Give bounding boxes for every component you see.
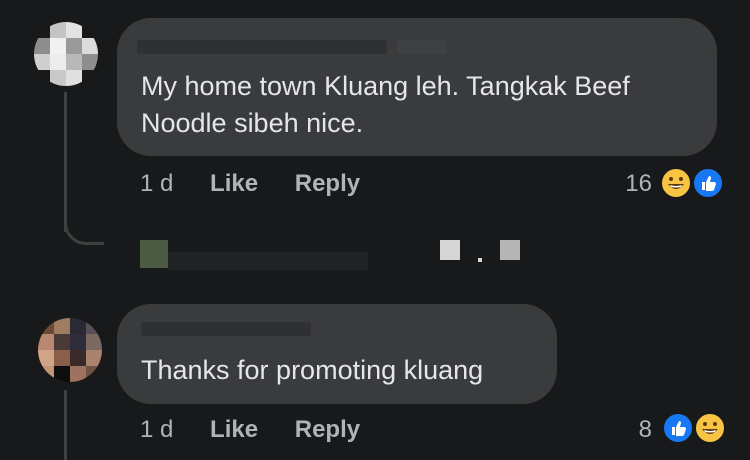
like-button[interactable]: Like (210, 170, 258, 197)
like-icon[interactable] (692, 167, 724, 199)
comment-text: My home town Kluang leh. Tangkak Beef No… (141, 71, 630, 138)
comment-bubble: Thanks for promoting kluang (117, 304, 557, 404)
reply-button[interactable]: Reply (295, 170, 360, 197)
comment-timestamp[interactable]: 1 d (140, 416, 173, 443)
reply-button[interactable]: Reply (295, 416, 360, 443)
author-name-redacted[interactable] (141, 322, 311, 336)
haha-icon[interactable] (660, 167, 692, 199)
thread-line-curve (64, 205, 104, 245)
redacted-segment (440, 240, 460, 260)
comment-actions: 1 d Like Reply (140, 170, 360, 198)
comment-bubble: My home town Kluang leh. Tangkak Beef No… (117, 18, 717, 156)
redacted-segment (168, 252, 368, 270)
avatar[interactable] (38, 318, 102, 382)
comment-text: Thanks for promoting kluang (141, 355, 484, 385)
comment-actions: 1 d Like Reply (140, 416, 360, 444)
haha-icon[interactable] (694, 412, 726, 444)
redacted-segment (500, 240, 520, 260)
redacted-segment (478, 258, 482, 262)
reaction-count[interactable]: 16 (600, 170, 652, 198)
comment-timestamp[interactable]: 1 d (140, 170, 173, 197)
author-name-redacted-part (397, 40, 447, 54)
author-name-redacted[interactable] (137, 40, 387, 54)
like-icon[interactable] (662, 412, 694, 444)
like-button[interactable]: Like (210, 416, 258, 443)
thread-line-vertical-2 (64, 390, 67, 460)
reaction-count[interactable]: 8 (612, 416, 652, 444)
redacted-avatar (140, 240, 168, 268)
avatar[interactable] (34, 22, 98, 86)
